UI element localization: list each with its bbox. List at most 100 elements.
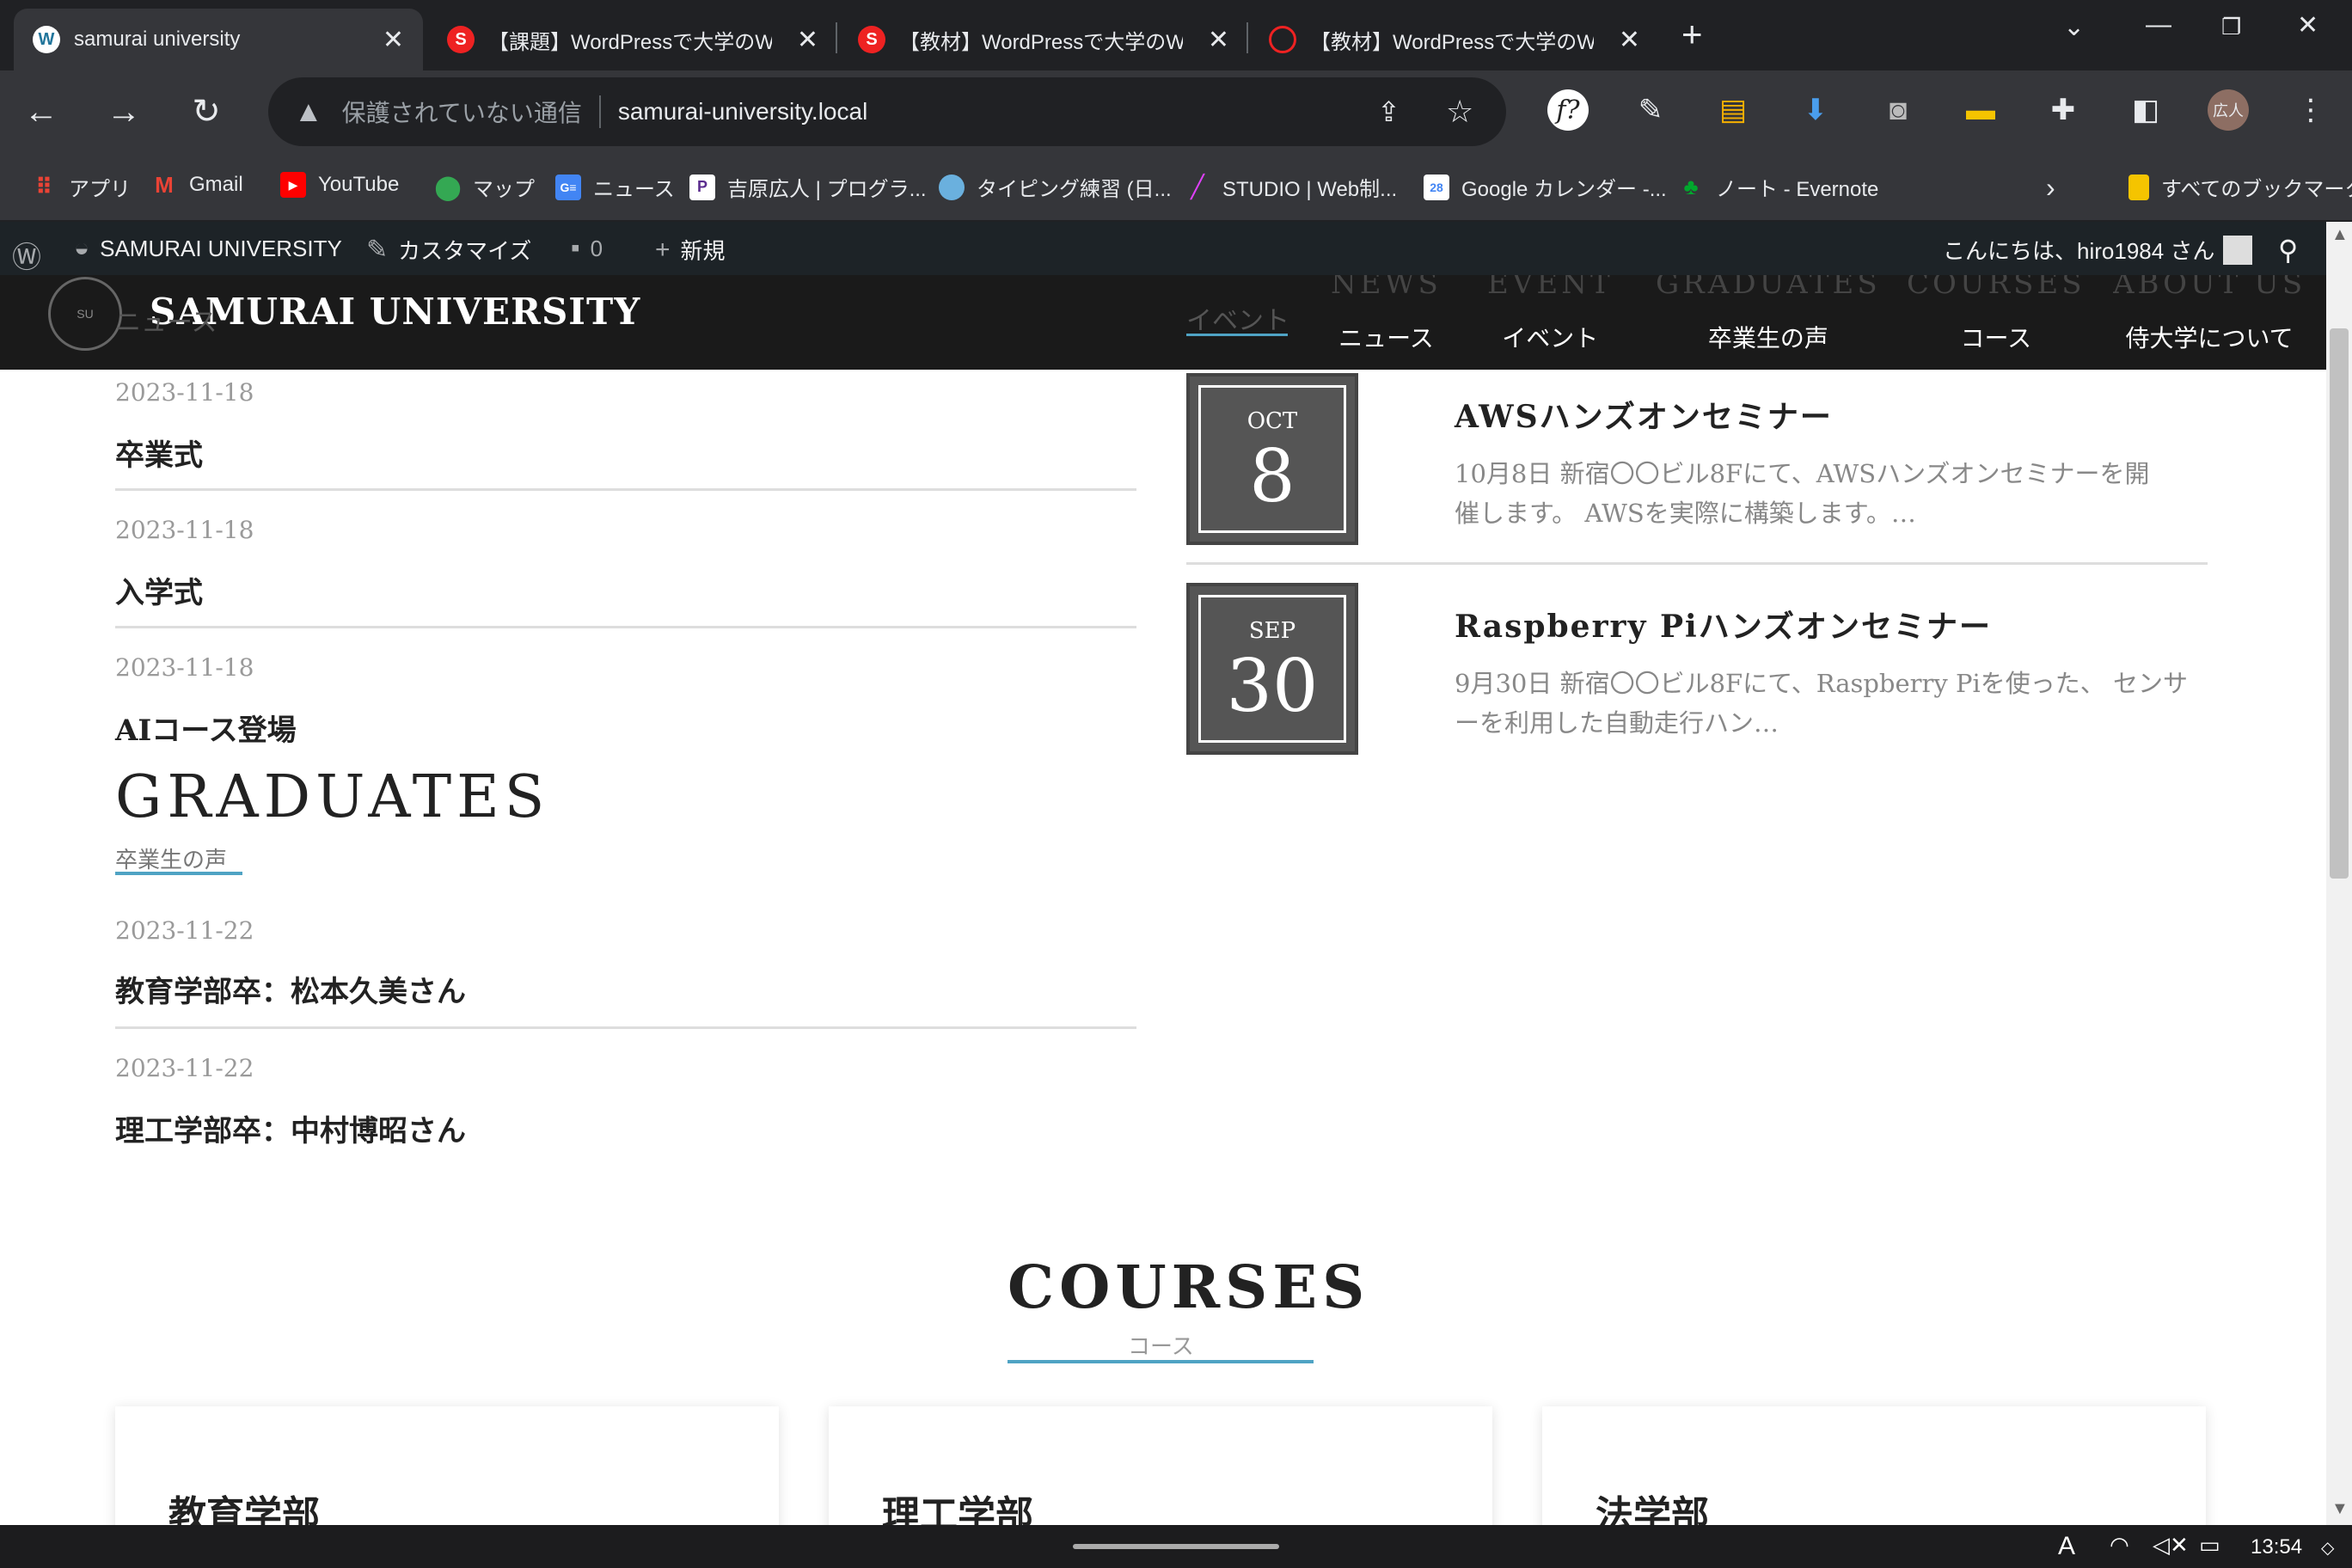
profile-avatar[interactable]: 広人 bbox=[2208, 89, 2249, 131]
page-scrollbar[interactable]: ▲ ▼ bbox=[2326, 222, 2352, 1525]
samurai-icon: S bbox=[447, 26, 475, 53]
bookmark-typing[interactable]: タイピング練習 (日... bbox=[939, 172, 1172, 202]
nav-news[interactable]: NEWS ニュース bbox=[1331, 275, 1442, 354]
address-bar[interactable]: ▲ 保護されていない通信 samurai-university.local ⇪ … bbox=[268, 77, 1506, 146]
bookmark-news[interactable]: G≡ ニュース bbox=[555, 172, 675, 202]
highlighter-icon[interactable]: ▬ bbox=[1960, 89, 2001, 131]
close-tab-icon[interactable]: ✕ bbox=[383, 25, 404, 55]
adminbar-greeting: こんにちは、hiro1984 さん bbox=[1943, 238, 2215, 264]
screenshot-icon[interactable]: ◙ bbox=[1877, 89, 1919, 131]
bookmark-star-icon[interactable]: ☆ bbox=[1446, 94, 1473, 130]
university-logo[interactable]: SU bbox=[48, 277, 122, 351]
reload-button[interactable]: ↻ bbox=[182, 88, 230, 136]
tab-kyozai-1[interactable]: S 【教材】WordPressで大学のWe ✕ bbox=[839, 9, 1248, 70]
adminbar-new[interactable]: + 新規 bbox=[655, 234, 726, 266]
bookmark-label: 吉原広人 | プログラ... bbox=[727, 178, 927, 201]
wp-logo-menu[interactable]: Ⓦ bbox=[12, 234, 52, 276]
download-extension-icon[interactable]: ⬇ bbox=[1795, 89, 1836, 131]
nav-about[interactable]: ABOUT US 侍大学について bbox=[2113, 275, 2306, 354]
courses-subtitle: コース bbox=[1128, 1334, 1194, 1360]
os-taskbar: A ◠ ◁✕ ▭ 13:54 ◇ bbox=[0, 1525, 2352, 1568]
close-tab-icon[interactable]: ✕ bbox=[1208, 25, 1229, 55]
keyboard-icon[interactable]: A bbox=[2058, 1532, 2075, 1561]
event-description: 10月8日 新宿〇〇ビル8Fにて、AWSハンズオンセミナーを開 催します。 AW… bbox=[1455, 454, 2211, 533]
bookmark-label: アプリ bbox=[69, 178, 131, 201]
bookmark-evernote[interactable]: ♣ ノート - Evernote bbox=[1678, 172, 1878, 202]
back-button[interactable]: ← bbox=[17, 88, 65, 136]
tab-title: 【教材】WordPressで大学のWe bbox=[899, 30, 1183, 54]
mute-icon[interactable]: ◁✕ bbox=[2153, 1532, 2189, 1559]
event-title[interactable]: Raspberry Piハンズオンセミナー bbox=[1455, 602, 1992, 646]
nav-en-label: EVENT bbox=[1487, 275, 1614, 301]
restore-button[interactable]: ❐ bbox=[2221, 14, 2241, 40]
nav-en-label: COURSES bbox=[1907, 275, 2086, 301]
nav-en-label: ABOUT US bbox=[2113, 275, 2306, 301]
bookmark-maps[interactable]: ⬤ マップ bbox=[434, 172, 535, 202]
bookmark-studio[interactable]: ╱ STUDIO | Web制... bbox=[1185, 172, 1397, 202]
notes-extension-icon[interactable]: ▤ bbox=[1712, 89, 1754, 131]
news-title[interactable]: 卒業式 bbox=[115, 432, 203, 474]
fonts-ninja-icon[interactable]: f? bbox=[1547, 89, 1589, 131]
bookmark-apps[interactable]: ⠿ アプリ bbox=[31, 172, 131, 202]
close-tab-icon[interactable]: ✕ bbox=[1619, 25, 1640, 55]
event-title[interactable]: AWSハンズオンセミナー bbox=[1455, 392, 1833, 437]
graduate-title[interactable]: 教育学部卒：松本久美さん bbox=[115, 968, 466, 1010]
color-picker-icon[interactable]: ✎ bbox=[1630, 89, 1671, 131]
dashboard-icon: ◒ bbox=[74, 234, 90, 262]
more-bookmarks-chevron-icon[interactable]: › bbox=[2046, 172, 2055, 204]
p-icon: P bbox=[689, 174, 715, 200]
tab-kyozai-2[interactable]: 【教材】WordPressで大学のWe ✕ bbox=[1250, 9, 1659, 70]
apps-grid-icon: ⠿ bbox=[34, 174, 53, 199]
graduate-title[interactable]: 理工学部卒：中村博昭さん bbox=[115, 1107, 466, 1149]
adminbar-site-link[interactable]: ◒ SAMURAI UNIVERSITY bbox=[74, 234, 342, 263]
battery-icon[interactable]: ▭ bbox=[2199, 1532, 2220, 1559]
samurai-loading-icon bbox=[1269, 26, 1296, 53]
tab-kadai[interactable]: S 【課題】WordPressで大学のWe ✕ bbox=[428, 9, 837, 70]
news-title[interactable]: 入学式 bbox=[115, 569, 203, 611]
tab-samurai-university[interactable]: W samurai university ✕ bbox=[14, 9, 423, 70]
nav-courses[interactable]: COURSES コース bbox=[1907, 275, 2086, 354]
plus-icon: + bbox=[655, 235, 671, 264]
extensions-puzzle-icon[interactable]: ✚ bbox=[2043, 89, 2084, 131]
event-desc-line: 10月8日 新宿〇〇ビル8Fにて、AWSハンズオンセミナーを開 bbox=[1455, 459, 2150, 488]
side-panel-icon[interactable]: ◧ bbox=[2125, 89, 2166, 131]
search-icon[interactable]: ⚲ bbox=[2278, 234, 2298, 266]
bookmark-progate[interactable]: P 吉原広人 | プログラ... bbox=[689, 172, 927, 202]
scroll-down-icon[interactable]: ▼ bbox=[2331, 1499, 2349, 1519]
courses-underline bbox=[1008, 1360, 1314, 1363]
clock[interactable]: 13:54 bbox=[2251, 1535, 2302, 1559]
nav-ja-label: イベント bbox=[1502, 324, 1599, 352]
adminbar-customize[interactable]: ✎ カスタマイズ bbox=[366, 234, 531, 266]
scrollbar-thumb[interactable] bbox=[2330, 328, 2349, 879]
nav-event[interactable]: EVENT イベント bbox=[1487, 275, 1614, 354]
all-bookmarks-folder[interactable]: すべてのブックマーク bbox=[2128, 172, 2352, 202]
new-tab-button[interactable]: + bbox=[1681, 14, 1703, 55]
nav-ja-label: 卒業生の声 bbox=[1707, 324, 1828, 352]
divider bbox=[115, 1026, 1136, 1029]
close-tab-icon[interactable]: ✕ bbox=[797, 25, 818, 55]
site-title[interactable]: SAMURAI UNIVERSITY bbox=[150, 291, 640, 333]
bookmark-youtube[interactable]: ▶ YouTube bbox=[280, 172, 399, 198]
notification-icon[interactable]: ◇ bbox=[2321, 1537, 2334, 1559]
home-bar[interactable] bbox=[1073, 1544, 1279, 1549]
wifi-icon[interactable]: ◠ bbox=[2110, 1532, 2129, 1559]
news-date: 2023-11-18 bbox=[115, 378, 254, 407]
window-close-button[interactable]: ✕ bbox=[2297, 10, 2318, 40]
scroll-up-icon[interactable]: ▲ bbox=[2331, 225, 2349, 245]
tab-search-icon[interactable]: ⌄ bbox=[2063, 12, 2085, 42]
news-title[interactable]: AIコース登場 bbox=[115, 707, 297, 749]
nav-graduates[interactable]: GRADUATES 卒業生の声 bbox=[1656, 275, 1881, 354]
bookmark-calendar[interactable]: 28 Google カレンダー -... bbox=[1424, 172, 1667, 202]
adminbar-comments[interactable]: ▪ 0 bbox=[571, 234, 603, 263]
event-date-box[interactable]: SEP 30 bbox=[1186, 583, 1358, 755]
bookmark-gmail[interactable]: M Gmail bbox=[151, 172, 243, 198]
forward-button[interactable]: → bbox=[100, 88, 148, 136]
chrome-menu-icon[interactable]: ⋮ bbox=[2290, 89, 2331, 131]
bookmark-label: ニュース bbox=[593, 178, 675, 201]
event-date-box[interactable]: OCT 8 bbox=[1186, 373, 1358, 545]
samurai-icon: S bbox=[858, 26, 885, 53]
adminbar-account[interactable]: こんにちは、hiro1984 さん bbox=[1943, 234, 2253, 266]
minimize-button[interactable]: — bbox=[2146, 10, 2171, 40]
url-text[interactable]: samurai-university.local bbox=[618, 98, 867, 126]
share-icon[interactable]: ⇪ bbox=[1377, 95, 1400, 128]
